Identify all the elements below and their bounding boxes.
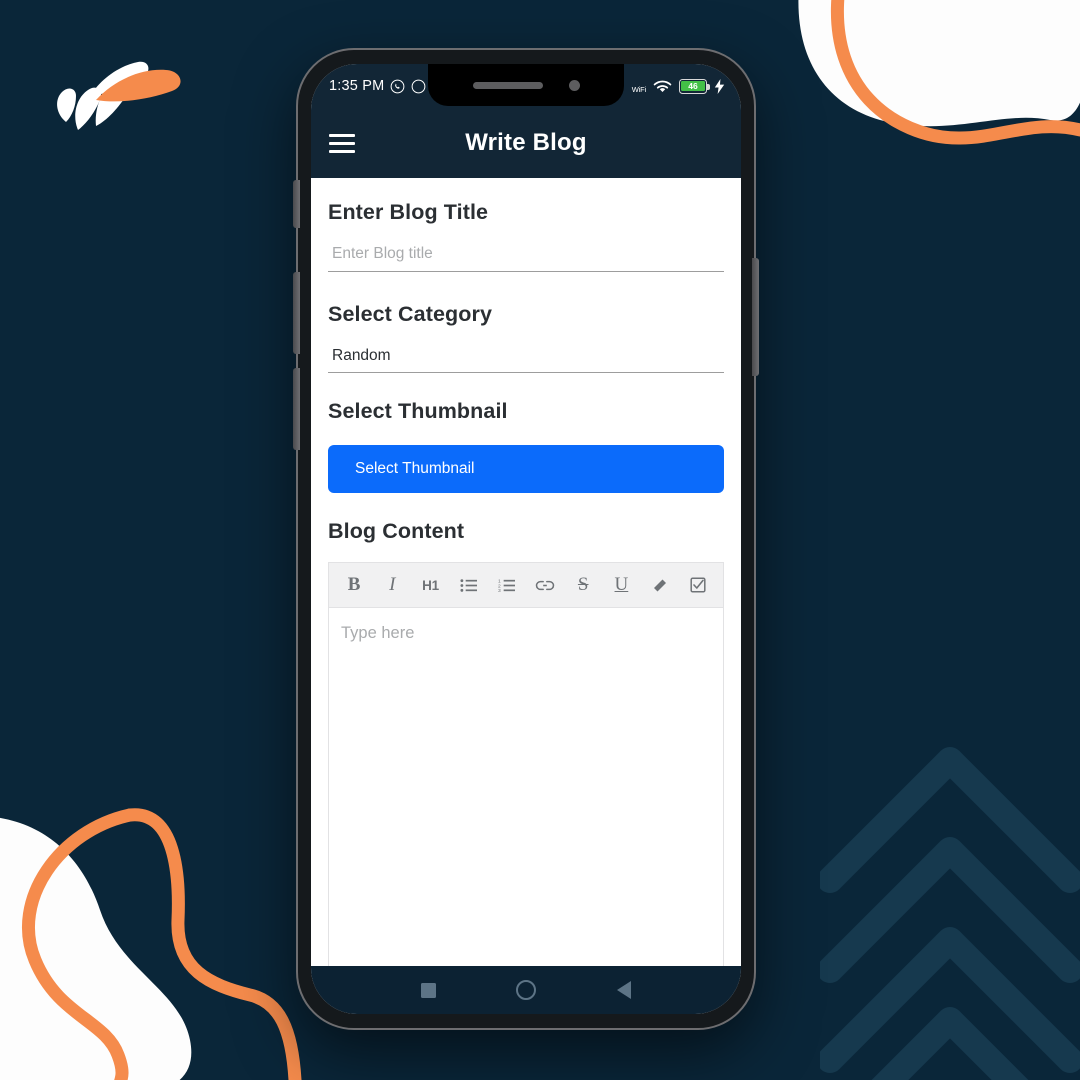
numbered-list-icon[interactable]: 1 2 3 bbox=[493, 570, 521, 600]
wifi-label: WiFi bbox=[631, 84, 646, 94]
home-circle-icon[interactable] bbox=[516, 980, 537, 1000]
blog-title-label: Enter Blog Title bbox=[328, 200, 489, 224]
editor-toolbar: B I H1 1 2 3 S U bbox=[329, 563, 723, 608]
whatsapp-icon bbox=[391, 79, 405, 93]
blog-content-label: Blog Content bbox=[328, 519, 465, 543]
link-icon[interactable] bbox=[531, 570, 559, 600]
highlight-eraser-icon[interactable] bbox=[646, 570, 674, 600]
page-title: Write Blog bbox=[465, 129, 587, 156]
hamburger-menu-icon[interactable] bbox=[329, 133, 355, 153]
back-triangle-icon[interactable] bbox=[616, 981, 631, 999]
battery-icon: 46 bbox=[679, 78, 710, 94]
svg-text:3: 3 bbox=[498, 588, 501, 593]
thumbnail-label: Select Thumbnail bbox=[328, 399, 508, 423]
status-bar-time: 1:35 PM bbox=[329, 78, 385, 94]
top-right-orange-curve bbox=[831, 0, 1080, 145]
battery-level-text: 46 bbox=[681, 80, 705, 92]
underline-icon[interactable]: U bbox=[607, 570, 635, 600]
phone-screen: 1:35 PM WiFi 46 Write Blog Enter Blog Ti… bbox=[311, 64, 741, 1014]
earpiece-speaker bbox=[472, 81, 543, 89]
checkbox-list-icon[interactable] bbox=[684, 570, 712, 600]
bullet-list-icon[interactable] bbox=[455, 570, 483, 600]
blog-title-input[interactable]: Enter Blog title bbox=[328, 245, 724, 272]
phone-side-button-volume-down[interactable] bbox=[293, 368, 300, 450]
phone-side-button-power[interactable] bbox=[752, 258, 759, 376]
select-thumbnail-button[interactable]: Select Thumbnail bbox=[328, 445, 724, 493]
app-bar: Write Blog bbox=[311, 108, 741, 178]
chevron-stack-decoration bbox=[820, 747, 1080, 1080]
notification-icon bbox=[412, 79, 426, 93]
phone-side-button-silent[interactable] bbox=[293, 180, 300, 228]
italic-icon[interactable]: I bbox=[378, 570, 406, 600]
front-camera bbox=[568, 79, 580, 91]
phone-notch bbox=[428, 64, 624, 106]
phone-side-button-volume-up[interactable] bbox=[293, 272, 300, 354]
category-label: Select Category bbox=[328, 302, 493, 326]
wifi-icon bbox=[653, 80, 672, 92]
charging-bolt-icon bbox=[714, 78, 725, 94]
phone-mockup: 1:35 PM WiFi 46 Write Blog Enter Blog Ti… bbox=[293, 48, 759, 1030]
rich-text-editor: B I H1 1 2 3 S U Type here bbox=[328, 562, 724, 966]
category-select[interactable]: Random bbox=[328, 347, 724, 373]
bottom-left-orange-curve bbox=[22, 808, 302, 1080]
strikethrough-icon[interactable]: S bbox=[569, 570, 597, 600]
fan-swoosh-logo bbox=[57, 61, 181, 130]
form-content: Enter Blog Title Enter Blog title Select… bbox=[311, 178, 741, 966]
android-nav-bar bbox=[311, 966, 741, 1014]
recents-square-icon[interactable] bbox=[421, 982, 437, 998]
heading-1-icon[interactable]: H1 bbox=[416, 570, 444, 600]
blog-content-textarea[interactable]: Type here bbox=[329, 608, 723, 966]
bold-icon[interactable]: B bbox=[340, 570, 368, 600]
